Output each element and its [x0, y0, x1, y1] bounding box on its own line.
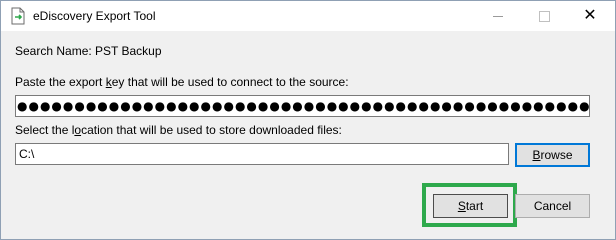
browse-button[interactable]: Browse — [515, 143, 590, 167]
start-accel: S — [457, 199, 466, 213]
location-field[interactable]: C:\ — [15, 143, 509, 165]
start-button[interactable]: Start — [433, 194, 508, 218]
minimize-button[interactable] — [475, 1, 521, 31]
export-key-label-end: ey that will be used to connect to the s… — [111, 75, 349, 89]
export-tool-window: eDiscovery Export Tool ✕ Search Name: PS… — [0, 0, 616, 240]
maximize-icon — [538, 10, 550, 22]
browse-accel: B — [532, 148, 541, 162]
export-key-label: Paste the export key that will be used t… — [15, 75, 349, 89]
browse-label: rowse — [540, 148, 573, 162]
window-title: eDiscovery Export Tool — [33, 9, 156, 23]
search-name-label: Search Name: PST Backup — [15, 44, 162, 58]
maximize-button[interactable] — [521, 1, 567, 31]
location-label: Select the location that will be used to… — [15, 123, 342, 137]
location-label-start: Select the l — [15, 123, 75, 137]
title-bar[interactable]: eDiscovery Export Tool ✕ — [1, 1, 615, 31]
close-icon: ✕ — [583, 7, 597, 24]
start-label: tart — [465, 199, 484, 213]
export-key-label-start: Paste the export — [15, 75, 106, 89]
app-icon — [11, 7, 25, 25]
export-key-field[interactable]: ●●●●●●●●●●●●●●●●●●●●●●●●●●●●●●●●●●●●●●●●… — [15, 95, 590, 117]
cancel-button[interactable]: Cancel — [515, 194, 590, 218]
minimize-icon — [493, 15, 503, 17]
close-button[interactable]: ✕ — [567, 1, 613, 31]
location-label-end: cation that will be used to store downlo… — [81, 123, 342, 137]
